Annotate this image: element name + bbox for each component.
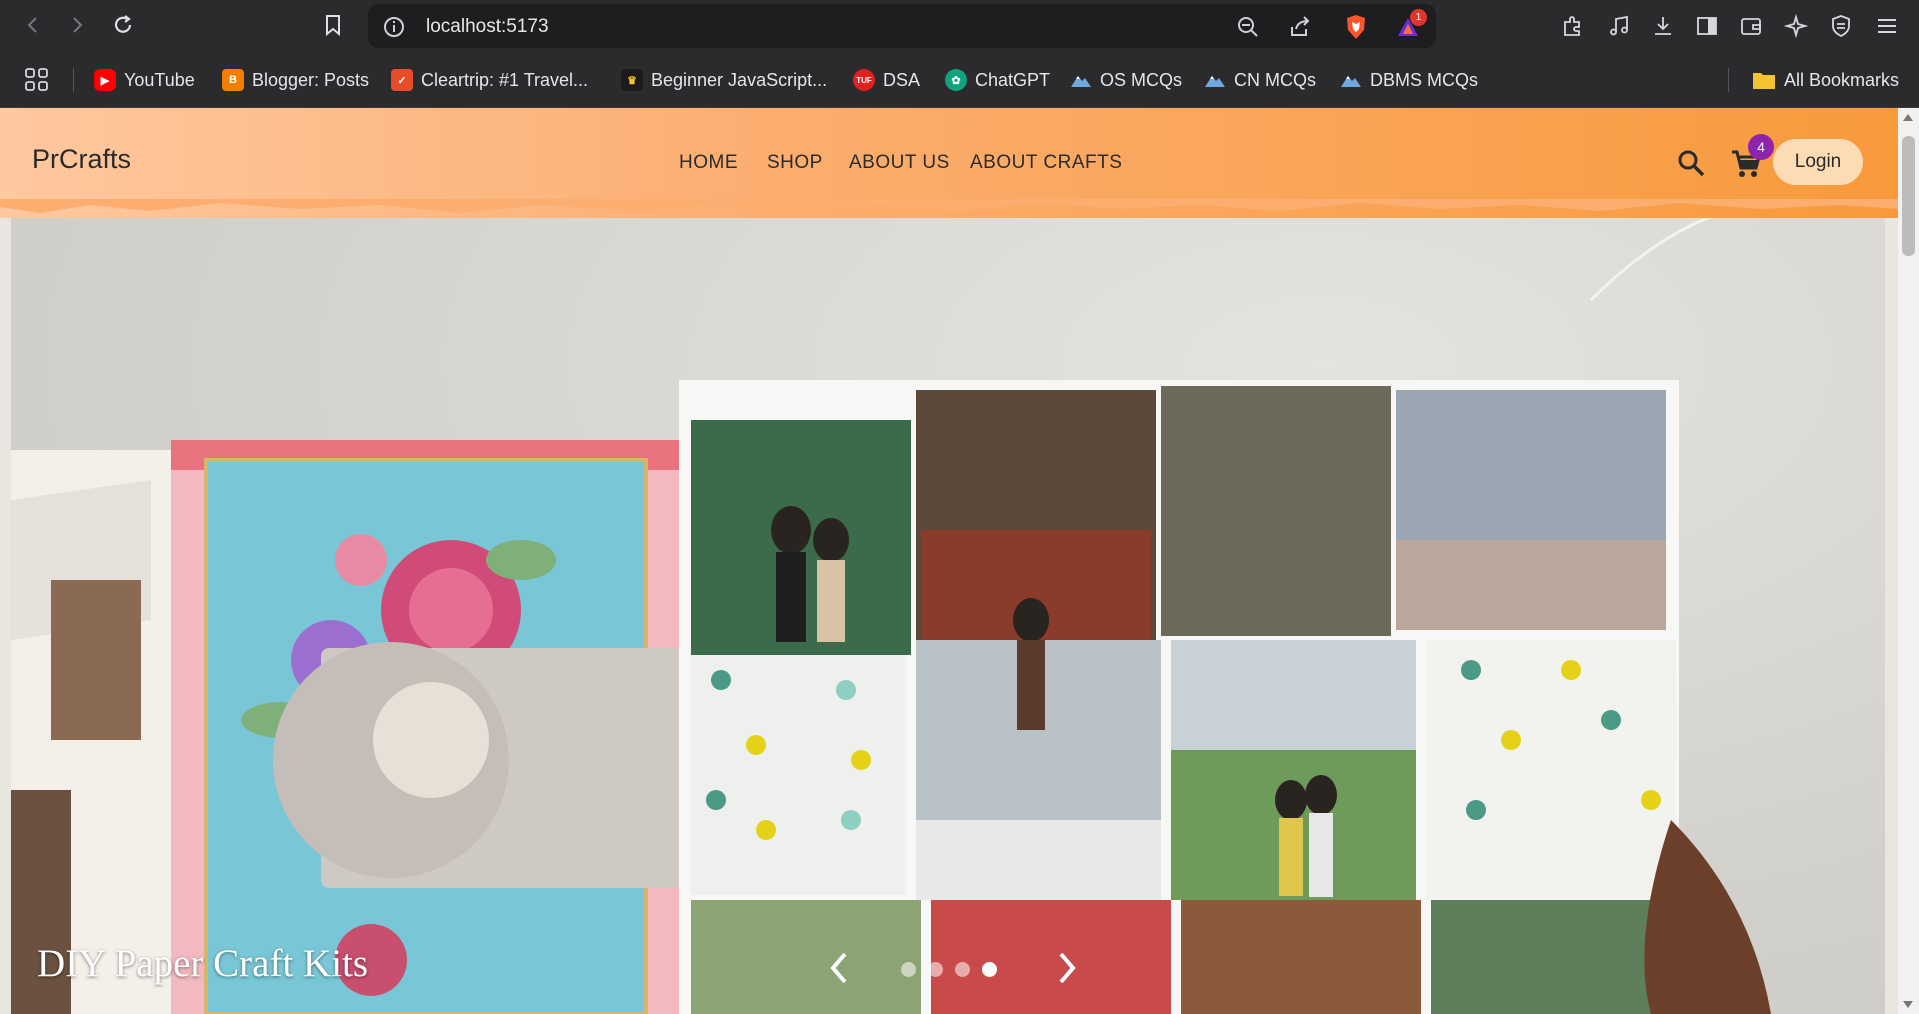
carousel-dot[interactable] — [901, 962, 916, 977]
media-icon[interactable] — [1604, 11, 1634, 41]
bookmark-dsa[interactable]: TUF DSA — [853, 66, 920, 94]
nav-about-us[interactable]: ABOUT US — [849, 152, 950, 174]
forward-arrow-icon — [73, 17, 83, 33]
carousel-dot[interactable] — [928, 962, 943, 977]
leo-ai-icon[interactable] — [1781, 11, 1811, 41]
bookmark-dbms-mcqs[interactable]: DBMS MCQs — [1340, 66, 1478, 94]
wallet-icon[interactable] — [1736, 11, 1766, 41]
bookmark-label: Beginner JavaScript... — [651, 69, 828, 90]
nav-shop[interactable]: SHOP — [767, 152, 823, 174]
bookmark-youtube[interactable]: ▶ YouTube — [94, 66, 195, 94]
brave-rewards-icon[interactable]: 1 — [1394, 9, 1427, 41]
address-bar[interactable]: localhost:5173 1 — [368, 4, 1436, 48]
blogger-icon: B — [222, 69, 244, 91]
apps-grid-icon — [25, 68, 48, 91]
forward-button[interactable] — [62, 10, 92, 40]
hero-carousel: DIY Paper Craft Kits — [11, 200, 1885, 1014]
scroll-up-icon[interactable] — [1903, 114, 1913, 121]
mountain-icon — [1071, 76, 1091, 87]
reload-button[interactable] — [108, 10, 138, 40]
nav-about-crafts[interactable]: ABOUT CRAFTS — [970, 152, 1122, 174]
crown-icon: ♛ — [621, 69, 643, 91]
bookmark-label: Blogger: Posts — [252, 69, 370, 90]
site-header: PrCrafts HOME SHOP ABOUT US ABOUT CRAFTS… — [0, 108, 1898, 218]
menu-icon[interactable] — [1872, 11, 1902, 41]
cleartrip-icon: ✓ — [391, 69, 413, 91]
scroll-down-icon[interactable] — [1903, 1001, 1913, 1008]
bookmark-label: YouTube — [124, 69, 195, 90]
site-logo[interactable]: PrCrafts — [32, 144, 131, 175]
carousel-next-button[interactable] — [1049, 948, 1083, 988]
search-icon[interactable] — [1676, 148, 1706, 178]
bookmarks-bar: ▶ YouTube B Blogger: Posts ✓ Cleartrip: … — [0, 52, 1919, 108]
carousel-dot[interactable] — [982, 962, 997, 977]
zoom-icon[interactable] — [1234, 13, 1262, 41]
apps-button[interactable] — [24, 66, 50, 94]
mountain-icon — [1341, 76, 1361, 87]
page-scrollbar[interactable] — [1898, 108, 1919, 1014]
extensions-icon[interactable] — [1558, 11, 1588, 41]
reload-icon — [114, 15, 132, 33]
bookmark-label: ChatGPT — [975, 69, 1051, 90]
bookmark-label: Cleartrip: #1 Travel... — [421, 69, 589, 90]
bookmark-javascript[interactable]: ♛ Beginner JavaScript... — [621, 66, 827, 94]
bookmark-blogger[interactable]: B Blogger: Posts — [222, 66, 369, 94]
carousel-dot[interactable] — [955, 962, 970, 977]
youtube-icon: ▶ — [94, 69, 116, 91]
torn-paper-edge — [0, 199, 1898, 213]
cart-count-badge: 4 — [1748, 134, 1774, 160]
hero-image — [11, 208, 1771, 1014]
scrollbar-thumb[interactable] — [1902, 136, 1915, 256]
browser-toolbar: localhost:5173 1 — [0, 0, 1919, 52]
bookmark-divider — [73, 68, 74, 92]
nav-home[interactable]: HOME — [679, 152, 738, 174]
vpn-icon[interactable] — [1826, 11, 1856, 41]
bookmark-os-mcqs[interactable]: OS MCQs — [1070, 66, 1182, 94]
bookmark-chatgpt[interactable]: ✿ ChatGPT — [945, 66, 1050, 94]
carousel-prev-button[interactable] — [823, 948, 857, 988]
back-arrow-icon — [27, 17, 37, 33]
all-bookmarks-label: All Bookmarks — [1784, 69, 1900, 90]
hero-caption: DIY Paper Craft Kits — [37, 942, 369, 985]
bookmark-page-button[interactable] — [318, 10, 348, 40]
login-button[interactable]: Login — [1773, 139, 1863, 185]
site-info-icon[interactable] — [380, 13, 408, 41]
share-icon[interactable] — [1286, 13, 1314, 41]
bookmark-cleartrip[interactable]: ✓ Cleartrip: #1 Travel... — [391, 66, 588, 94]
brave-shields-icon[interactable] — [1342, 13, 1370, 41]
all-bookmarks-button[interactable]: All Bookmarks — [1752, 66, 1899, 94]
bookmark-label: DBMS MCQs — [1370, 69, 1478, 90]
bookmark-label: OS MCQs — [1100, 69, 1183, 90]
carousel-indicators — [901, 962, 997, 977]
sidebar-icon[interactable] — [1692, 11, 1722, 41]
url-text: localhost:5173 — [426, 16, 549, 37]
bookmark-cn-mcqs[interactable]: CN MCQs — [1204, 66, 1316, 94]
folder-icon — [1753, 73, 1775, 89]
bookmark-icon — [326, 15, 340, 36]
back-button[interactable] — [18, 10, 48, 40]
mountain-icon — [1205, 76, 1225, 87]
bookmark-divider — [1728, 68, 1729, 92]
chatgpt-icon: ✿ — [945, 69, 967, 91]
bookmark-label: DSA — [883, 69, 921, 90]
tuf-icon: TUF — [853, 69, 875, 91]
page-viewport: DIY Paper Craft Kits PrCrafts HOME SHOP … — [0, 108, 1919, 1014]
download-icon[interactable] — [1648, 11, 1678, 41]
bookmark-label: CN MCQs — [1234, 69, 1316, 90]
rewards-badge: 1 — [1410, 9, 1427, 26]
